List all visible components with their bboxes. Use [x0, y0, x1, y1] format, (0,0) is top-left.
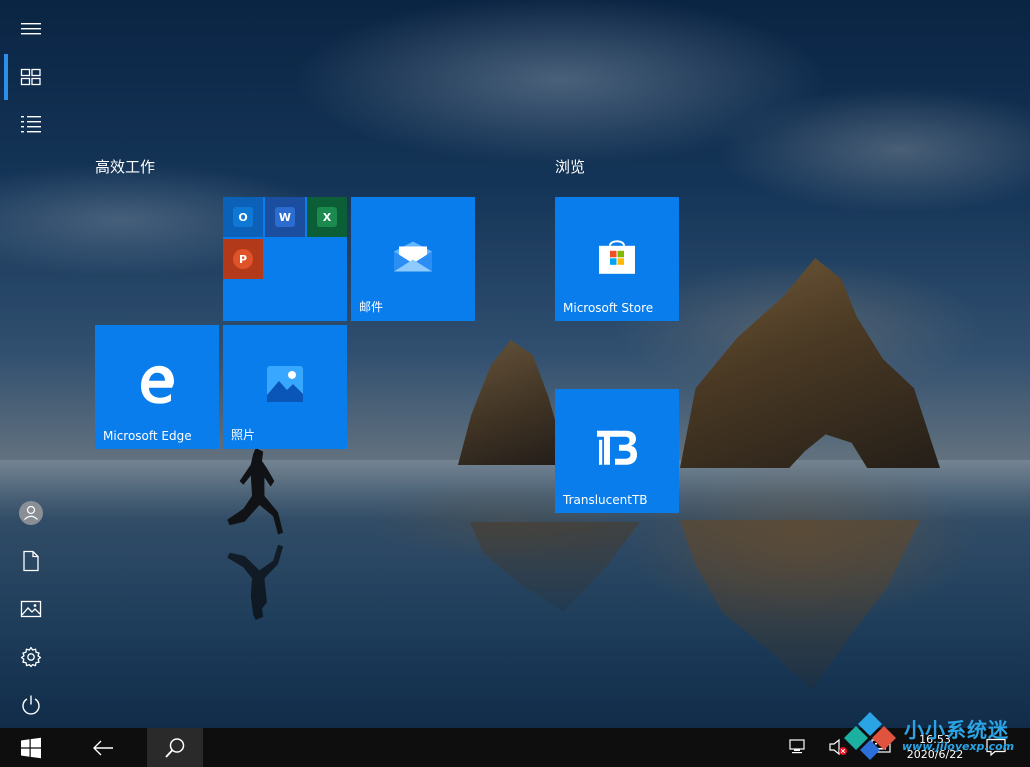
list-icon [21, 116, 41, 133]
store-tile[interactable]: Microsoft Store [555, 197, 679, 321]
tiles-grid-icon [20, 68, 41, 86]
office-folder-tile[interactable]: O W X P [223, 197, 347, 321]
documents-button[interactable] [0, 538, 62, 584]
pinned-tiles-button[interactable] [0, 54, 62, 100]
watermark-logo-icon [844, 712, 896, 760]
user-account-button[interactable] [0, 490, 62, 536]
photos-icon [267, 365, 303, 402]
mail-tile[interactable]: 邮件 [351, 197, 475, 321]
all-apps-button[interactable] [0, 101, 62, 147]
translucenttb-icon [597, 430, 637, 465]
hamburger-icon [21, 23, 41, 35]
avatar-icon [19, 501, 43, 525]
settings-button[interactable] [0, 634, 62, 680]
edge-icon [141, 365, 174, 404]
group-title-browse[interactable]: 浏览 [555, 156, 585, 177]
start-button[interactable] [0, 728, 62, 767]
mail-tile-label: 邮件 [359, 300, 384, 314]
outlook-mini-tile[interactable]: O [223, 197, 263, 237]
photos-tile-label: 照片 [231, 428, 256, 442]
network-icon[interactable] [789, 738, 807, 756]
word-mini-tile[interactable]: W [265, 197, 305, 237]
translucenttb-tile-label: TranslucentTB [563, 493, 648, 507]
search-icon [165, 737, 185, 758]
mail-icon [394, 241, 432, 272]
picture-icon [20, 600, 42, 618]
store-bag-icon [599, 240, 635, 274]
excel-mini-tile[interactable]: X [307, 197, 347, 237]
power-icon [22, 695, 40, 715]
excel-icon: X [317, 207, 337, 227]
watermark-url: www.jiloyexp.com [902, 740, 1015, 753]
translucenttb-tile[interactable]: TranslucentTB [555, 389, 679, 513]
menu-expand-button[interactable] [0, 6, 62, 52]
store-tile-label: Microsoft Store [563, 301, 654, 315]
start-left-rail [0, 0, 62, 728]
search-button[interactable] [147, 728, 203, 767]
windows-logo-icon [21, 737, 41, 758]
power-button[interactable] [0, 682, 62, 728]
watermark: 小小系统迷 www.jiloyexp.com [842, 710, 1030, 760]
document-icon [23, 550, 39, 572]
group-title-productivity[interactable]: 高效工作 [95, 156, 155, 177]
edge-tile[interactable]: Microsoft Edge [95, 325, 219, 449]
back-button[interactable] [75, 728, 131, 767]
back-arrow-icon [93, 740, 113, 755]
word-icon: W [275, 207, 295, 227]
powerpoint-icon: P [233, 249, 253, 269]
gear-icon [20, 646, 42, 668]
edge-tile-label: Microsoft Edge [103, 429, 192, 443]
watermark-text: 小小系统迷 [904, 718, 1009, 742]
outlook-icon: O [233, 207, 253, 227]
pictures-button[interactable] [0, 586, 62, 632]
photos-tile[interactable]: 照片 [223, 325, 347, 449]
powerpoint-mini-tile[interactable]: P [223, 239, 263, 279]
